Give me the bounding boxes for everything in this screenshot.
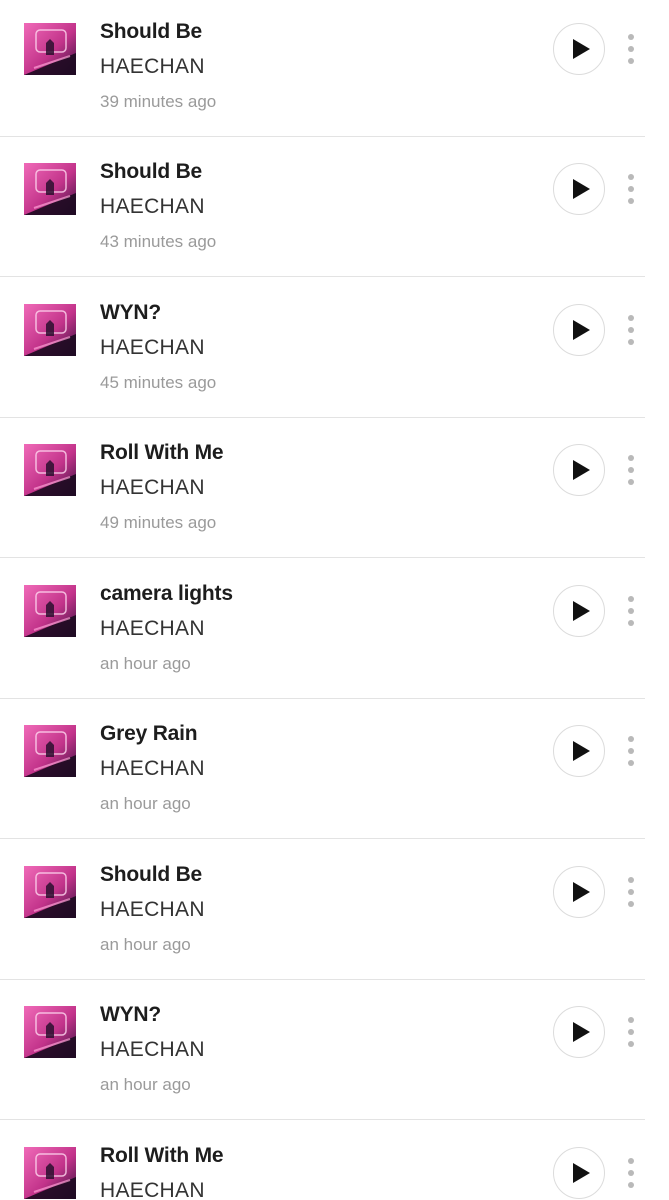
divider <box>0 1119 645 1120</box>
track-title: Should Be <box>100 863 203 886</box>
album-cover <box>24 725 76 777</box>
more-vertical-icon <box>628 1017 634 1023</box>
play-icon <box>573 1022 590 1042</box>
divider <box>0 979 645 980</box>
play-button[interactable] <box>553 304 605 356</box>
track-title: camera lights <box>100 582 233 605</box>
track-artist: HAECHAN <box>100 55 205 78</box>
more-options-button[interactable] <box>622 596 640 626</box>
divider <box>0 557 645 558</box>
more-vertical-icon <box>628 1158 634 1164</box>
track-artist: HAECHAN <box>100 617 205 640</box>
played-timestamp: an hour ago <box>100 654 191 673</box>
played-timestamp: 45 minutes ago <box>100 373 217 392</box>
played-timestamp: an hour ago <box>100 1075 191 1094</box>
track-row[interactable]: Grey Rain HAECHAN an hour ago <box>0 702 669 842</box>
more-vertical-icon <box>628 596 634 602</box>
track-artist: HAECHAN <box>100 476 205 499</box>
divider <box>0 838 645 839</box>
track-title: Roll With Me <box>100 441 224 464</box>
play-icon <box>573 179 590 199</box>
track-title: Should Be <box>100 160 203 183</box>
track-row[interactable]: camera lights HAECHAN an hour ago <box>0 562 669 702</box>
play-icon <box>573 1163 590 1183</box>
more-options-button[interactable] <box>622 455 640 485</box>
album-cover <box>24 866 76 918</box>
track-row[interactable]: Roll With Me HAECHAN 49 minutes ago <box>0 421 669 561</box>
more-vertical-icon <box>628 736 634 742</box>
track-artist: HAECHAN <box>100 757 205 780</box>
divider <box>0 417 645 418</box>
track-artist: HAECHAN <box>100 195 205 218</box>
recently-played-list: Should Be HAECHAN 39 minutes ago Should … <box>0 0 669 1200</box>
track-title: WYN? <box>100 1003 162 1026</box>
album-cover <box>24 585 76 637</box>
track-artist: HAECHAN <box>100 1179 205 1200</box>
album-cover <box>24 1147 76 1199</box>
track-row[interactable]: Should Be HAECHAN 43 minutes ago <box>0 140 669 280</box>
play-icon <box>573 741 590 761</box>
play-button[interactable] <box>553 163 605 215</box>
track-title: Roll With Me <box>100 1144 224 1167</box>
more-options-button[interactable] <box>622 34 640 64</box>
played-timestamp: an hour ago <box>100 935 191 954</box>
album-cover <box>24 304 76 356</box>
album-cover <box>24 23 76 75</box>
play-button[interactable] <box>553 444 605 496</box>
album-cover <box>24 1006 76 1058</box>
more-options-button[interactable] <box>622 736 640 766</box>
play-icon <box>573 460 590 480</box>
more-options-button[interactable] <box>622 1158 640 1188</box>
play-icon <box>573 601 590 621</box>
album-cover <box>24 444 76 496</box>
track-row[interactable]: Roll With Me HAECHAN <box>0 1124 669 1200</box>
more-options-button[interactable] <box>622 315 640 345</box>
track-artist: HAECHAN <box>100 336 205 359</box>
track-title: Grey Rain <box>100 722 198 745</box>
divider <box>0 698 645 699</box>
divider <box>0 136 645 137</box>
play-button[interactable] <box>553 1147 605 1199</box>
played-timestamp: 39 minutes ago <box>100 92 217 111</box>
album-cover <box>24 163 76 215</box>
played-timestamp: 43 minutes ago <box>100 232 217 251</box>
track-row[interactable]: WYN? HAECHAN 45 minutes ago <box>0 281 669 421</box>
play-button[interactable] <box>553 866 605 918</box>
more-vertical-icon <box>628 34 634 40</box>
track-artist: HAECHAN <box>100 898 205 921</box>
more-vertical-icon <box>628 315 634 321</box>
track-row[interactable]: Should Be HAECHAN an hour ago <box>0 843 669 983</box>
play-button[interactable] <box>553 725 605 777</box>
more-options-button[interactable] <box>622 174 640 204</box>
played-timestamp: 49 minutes ago <box>100 513 217 532</box>
more-vertical-icon <box>628 174 634 180</box>
play-button[interactable] <box>553 585 605 637</box>
play-icon <box>573 882 590 902</box>
play-button[interactable] <box>553 1006 605 1058</box>
play-icon <box>573 320 590 340</box>
track-title: Should Be <box>100 20 203 43</box>
divider <box>0 276 645 277</box>
track-row[interactable]: Should Be HAECHAN 39 minutes ago <box>0 0 669 140</box>
more-options-button[interactable] <box>622 1017 640 1047</box>
play-icon <box>573 39 590 59</box>
played-timestamp: an hour ago <box>100 794 191 813</box>
track-artist: HAECHAN <box>100 1038 205 1061</box>
more-vertical-icon <box>628 877 634 883</box>
more-options-button[interactable] <box>622 877 640 907</box>
track-title: WYN? <box>100 301 162 324</box>
more-vertical-icon <box>628 455 634 461</box>
track-row[interactable]: WYN? HAECHAN an hour ago <box>0 983 669 1123</box>
play-button[interactable] <box>553 23 605 75</box>
